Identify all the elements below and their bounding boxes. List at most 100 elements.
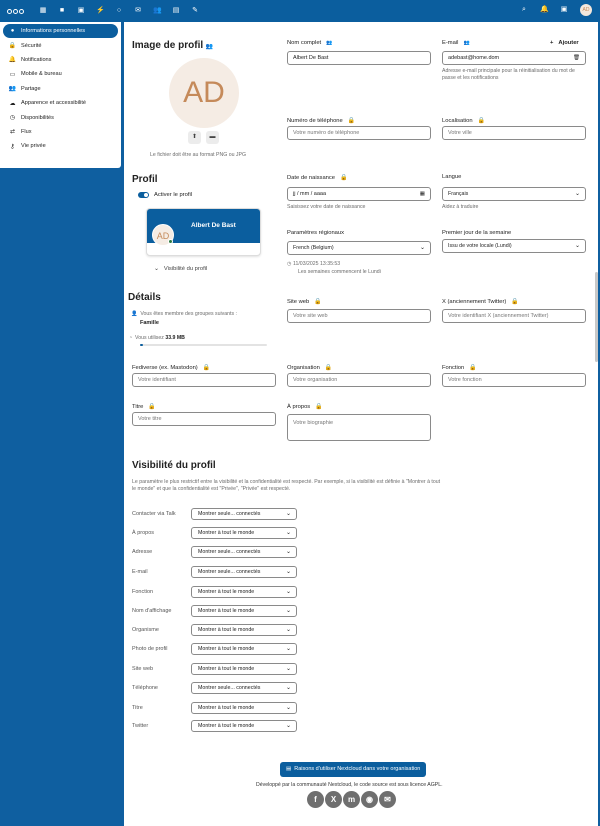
visibility-select[interactable]: Montrer seule... connectés ⌄ [191,682,297,694]
sidebar-item[interactable]: ● Informations personnelles [3,24,118,39]
translate-help-link[interactable]: Aidez à traduire [442,204,478,211]
files-icon[interactable]: ■ [58,7,66,15]
profile-visibility-description: Le paramètre le plus restrictif entre la… [132,479,441,492]
fediverse-input[interactable]: Votre identifiant [132,373,276,387]
dashboard-icon[interactable]: ▦ [39,7,47,15]
sidebar-item-label: Mobile & bureau [21,71,62,78]
calendar-icon[interactable]: ▤ [172,7,180,15]
sidebar-item[interactable]: ☁ Apparence et accessibilité [3,96,118,110]
role-label: Fonction 🔒 [442,364,477,372]
calendar-icon[interactable]: ▦ [420,188,425,200]
headline-input[interactable]: Votre titre [132,412,276,426]
sidebar-item[interactable]: ◷ Disponibilités [3,110,118,124]
contacts-menu-icon[interactable]: ▣ [560,6,568,14]
add-email-button[interactable]: + Ajouter [550,40,579,46]
lock-icon[interactable]: 🔒 [203,364,210,371]
twitter-input[interactable]: Votre identifiant X (anciennement Twitte… [442,309,586,323]
visibility-row-label: E-mail [132,569,148,575]
profile-avatar: AD [169,58,239,128]
document-icon: ▤ [286,766,292,772]
language-label: Langue [442,174,462,180]
contacts-scope-icon[interactable]: 👥 [463,40,469,46]
visibility-select[interactable]: Montrer à tout le monde ⌄ [191,624,297,636]
visibility-select[interactable]: Montrer à tout le monde ⌄ [191,527,297,539]
headline-label: Titre 🔒 [132,403,156,411]
visibility-select-value: Montrer à tout le monde [198,666,255,672]
group-icon: 👤 [131,311,138,317]
sidebar-item-label: Notifications [21,56,52,63]
sidebar-item[interactable]: 👥 Partage [3,82,118,96]
visibility-select[interactable]: Montrer à tout le monde ⌄ [191,643,297,655]
trash-icon[interactable]: 🗑 [573,52,580,64]
photos-icon[interactable]: ▣ [77,7,85,15]
lock-icon[interactable]: 🔒 [469,364,476,371]
location-input[interactable]: Votre ville [442,126,586,140]
about-textarea[interactable]: Votre biographie [287,414,431,441]
visibility-select[interactable]: Montrer à tout le monde ⌄ [191,720,297,732]
email-input[interactable]: adebast@home.dom 🗑 [442,51,586,65]
visibility-row-label: Fonction [132,589,154,595]
contacts-scope-icon[interactable]: 👥 [326,40,332,46]
lock-icon[interactable]: 🔒 [348,117,355,124]
lock-icon[interactable]: 🔒 [325,364,332,371]
sidebar-item[interactable]: 🔔 Notifications [3,53,118,67]
contacts-icon[interactable]: 👥 [153,7,162,15]
lock-icon[interactable]: 🔒 [314,298,321,305]
organisation-label: Organisation 🔒 [287,364,333,372]
sidebar-item[interactable]: 🔒 Sécurité [3,38,118,52]
lock-icon[interactable]: 🔒 [148,403,155,410]
sidebar-item[interactable]: ⇄ Flux [3,125,118,139]
search-icon[interactable]: ⌕ [520,6,528,14]
locale-datetime: ◷ 11/03/2025 13:35:53 [287,261,341,267]
notes-icon[interactable]: ✎ [191,7,199,15]
profile-visibility-link[interactable]: ⌄ Visibilité du profil [154,266,207,272]
visibility-select[interactable]: Montrer à tout le monde ⌄ [191,586,297,598]
activity-icon[interactable]: ⚡ [96,7,105,15]
toggle-switch[interactable] [138,192,149,198]
lock-icon[interactable]: 🔒 [478,117,485,124]
contacts-scope-icon[interactable]: 👥 [206,44,213,50]
notifications-icon[interactable]: 🔔 [540,6,549,14]
lock-icon[interactable]: 🔒 [340,174,347,181]
mail-icon[interactable]: ✉ [134,7,142,15]
visibility-select-value: Montrer à tout le monde [198,723,255,729]
mastodon-icon[interactable]: m [343,791,360,808]
visibility-select[interactable]: Montrer seule... connectés ⌄ [191,546,297,558]
mail-icon[interactable]: ✉ [379,791,396,808]
visibility-select[interactable]: Montrer à tout le monde ⌄ [191,605,297,617]
website-input[interactable]: Votre site web [287,309,431,323]
x-icon[interactable]: X [325,791,342,808]
full-name-input[interactable]: Albert De Bast [287,51,431,65]
lock-icon: 🔒 [8,43,17,50]
sidebar-item[interactable]: ▭ Mobile & bureau [3,67,118,81]
nextcloud-logo[interactable] [7,6,27,16]
lock-icon[interactable]: 🔒 [315,403,322,410]
sidebar-item[interactable]: ⚷ Vie privée [3,139,118,153]
settings-sidebar: ● Informations personnelles 🔒 Sécurité 🔔 Noti… [0,22,121,168]
first-day-select[interactable]: Issu de votre locale (Lundi) ⌄ [442,239,586,253]
folder-icon[interactable]: ▬ [206,131,219,144]
enable-profile-toggle[interactable]: Activer le profil [138,192,192,198]
search-app-icon[interactable]: ○ [115,7,123,15]
locale-select[interactable]: French (Belgium) ⌄ [287,241,431,255]
share-icon: 👥 [8,86,17,93]
visibility-select-value: Montrer seule... connectés [198,549,261,555]
visibility-row-label: Titre [132,705,143,711]
rss-icon[interactable]: ◉ [361,791,378,808]
visibility-select[interactable]: Montrer seule... connectés ⌄ [191,508,297,520]
language-select[interactable]: Français ⌄ [442,187,586,201]
user-avatar[interactable]: AD [580,4,592,16]
birthdate-input[interactable]: jj / mm / aaaa ▦ [287,187,431,201]
visibility-select[interactable]: Montrer à tout le monde ⌄ [191,663,297,675]
why-nextcloud-button[interactable]: ▤ Raisons d'utiliser Nextcloud dans votr… [280,762,427,777]
scrollbar[interactable] [595,272,598,362]
visibility-select[interactable]: Montrer à tout le monde ⌄ [191,702,297,714]
facebook-icon[interactable]: f [307,791,324,808]
upload-icon[interactable]: ⬆ [188,131,201,144]
phone-input[interactable]: Votre numéro de téléphone [287,126,431,140]
organisation-input[interactable]: Votre organisation [287,373,431,387]
role-input[interactable]: Votre fonction [442,373,586,387]
lock-icon[interactable]: 🔒 [511,298,518,305]
visibility-select[interactable]: Montrer seule... connectés ⌄ [191,566,297,578]
avatar-format-hint: Le fichier doit être au format PNG ou JP… [150,152,247,158]
